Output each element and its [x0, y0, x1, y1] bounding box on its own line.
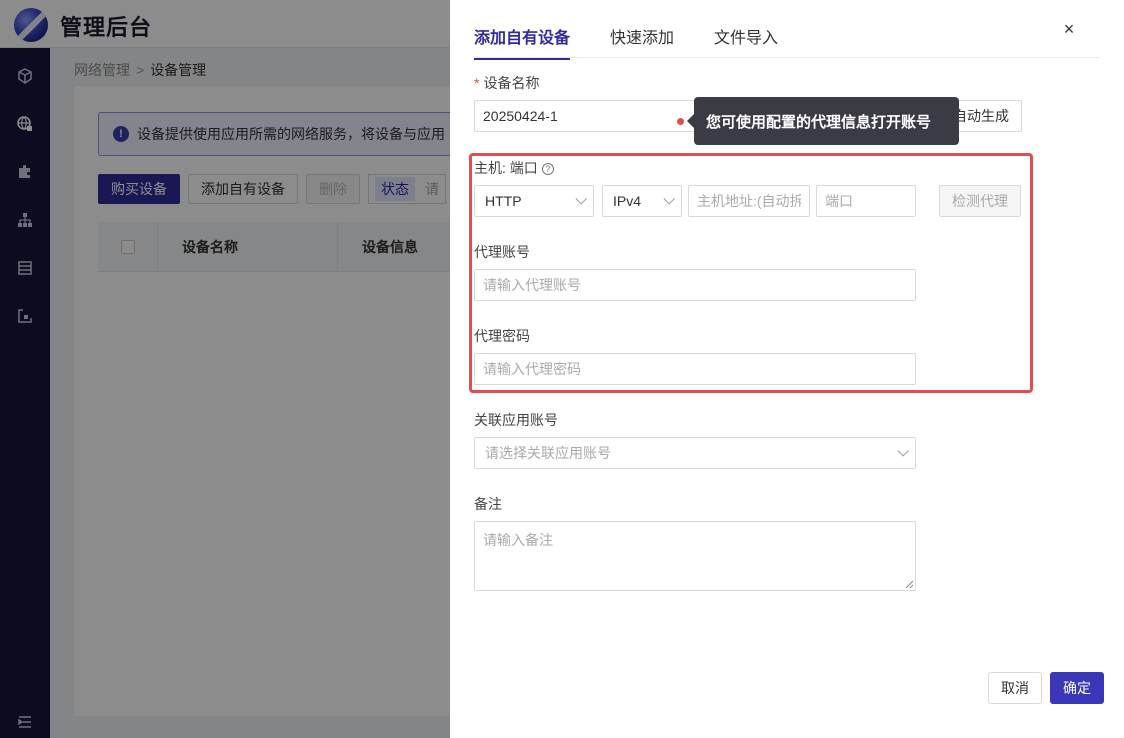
device-name-label: * 设备名称	[474, 75, 540, 91]
proxy-tooltip: 您可使用配置的代理信息打开账号	[687, 97, 959, 145]
chevron-down-icon	[663, 193, 675, 205]
cancel-button[interactable]: 取消	[988, 672, 1042, 704]
check-proxy-button[interactable]: 检测代理	[939, 185, 1021, 217]
host-address-input[interactable]	[688, 185, 810, 217]
drawer-tabs: 添加自有设备 快速添加 文件导入	[474, 24, 778, 60]
chevron-down-icon	[897, 445, 909, 457]
add-device-drawer: 添加自有设备 快速添加 文件导入 × *设备名称 自动生成 您可使用配置的代理信…	[450, 0, 1124, 738]
linked-account-select[interactable]: 请选择关联应用账号	[474, 437, 916, 469]
tab-add-own-device[interactable]: 添加自有设备	[474, 24, 571, 60]
close-icon[interactable]: ×	[1058, 18, 1080, 40]
tab-quick-add[interactable]: 快速添加	[610, 24, 674, 58]
linked-account-placeholder: 请选择关联应用账号	[485, 445, 611, 461]
tab-file-import[interactable]: 文件导入	[714, 24, 778, 58]
resize-handle-icon[interactable]	[905, 580, 914, 589]
required-mark: *	[474, 75, 480, 91]
chevron-down-icon	[575, 193, 587, 205]
modal-overlay[interactable]	[0, 0, 450, 738]
protocol-value: HTTP	[485, 193, 522, 209]
help-icon[interactable]: ?	[541, 163, 554, 175]
tab-divider	[474, 57, 1100, 58]
host-port-label: 主机: 端口?	[474, 158, 554, 178]
proxy-password-input[interactable]	[474, 353, 916, 385]
ip-version-select[interactable]: IPv4	[602, 185, 682, 217]
remark-label: 备注	[474, 496, 502, 512]
linked-account-label: 关联应用账号	[474, 412, 558, 428]
remark-textarea[interactable]	[474, 521, 916, 591]
proxy-account-label: 代理账号	[474, 244, 530, 260]
protocol-select[interactable]: HTTP	[474, 185, 594, 217]
confirm-button[interactable]: 确定	[1050, 672, 1104, 704]
tooltip-anchor-dot	[677, 118, 684, 125]
device-name-input[interactable]	[474, 100, 696, 132]
proxy-account-input[interactable]	[474, 269, 916, 301]
proxy-password-label: 代理密码	[474, 328, 530, 344]
ip-version-value: IPv4	[613, 193, 642, 209]
port-input[interactable]	[816, 185, 916, 217]
